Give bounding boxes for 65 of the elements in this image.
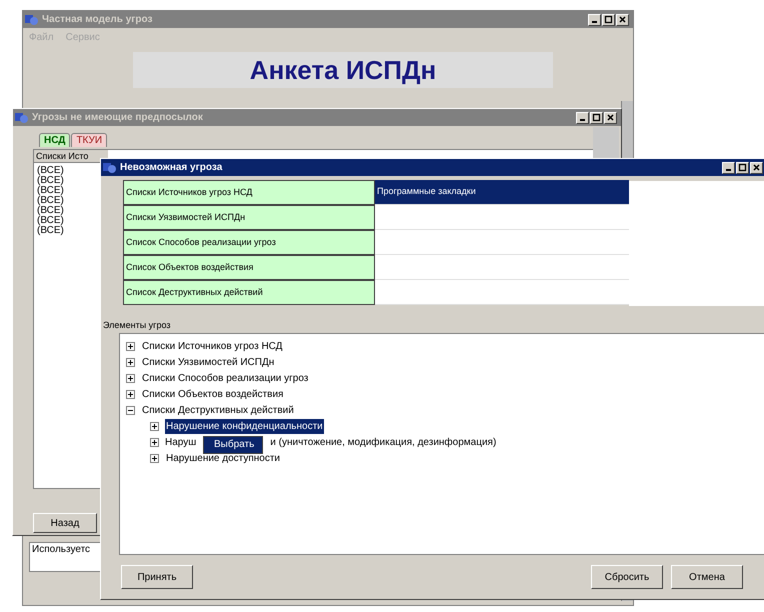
dialog-button[interactable]: Отмена — [671, 565, 743, 589]
list-item[interactable]: (ВСЕ) — [37, 196, 64, 206]
app-icon — [25, 14, 39, 26]
window-title: Угрозы не имеющие предпосылок — [32, 111, 203, 125]
expand-icon[interactable] — [126, 342, 135, 350]
tree-item[interactable]: Наруш — [165, 434, 196, 450]
minimize-button[interactable] — [588, 14, 601, 26]
tree-item[interactable]: Списки Источников угроз НСД — [141, 338, 284, 354]
table-cell[interactable] — [375, 280, 629, 305]
close-icon — [606, 113, 615, 122]
expand-icon[interactable] — [126, 390, 135, 398]
table-cell: Списки Источников угроз НСД — [123, 180, 375, 205]
tree-item[interactable]: Списки Уязвимостей ИСПДн — [141, 354, 276, 370]
section-label: Элементы угроз — [103, 319, 170, 332]
tree-item[interactable]: Нарушение доступности — [165, 450, 282, 466]
tree-item[interactable]: Нарушение конфиденциальности — [165, 418, 324, 434]
tab[interactable]: ТКУИ — [71, 133, 108, 147]
menu-item[interactable]: Выбрать — [204, 438, 262, 452]
minimize-button[interactable] — [576, 112, 589, 124]
maximize-icon — [604, 15, 613, 24]
expand-icon[interactable] — [126, 358, 135, 366]
tab[interactable]: НСД — [39, 133, 70, 147]
tree-item[interactable]: Списки Способов реализации угроз — [141, 370, 310, 386]
dialog-button[interactable]: Сбросить — [591, 565, 663, 589]
collapse-icon[interactable] — [126, 406, 135, 414]
table-cell: Список Способов реализации угроз — [123, 230, 375, 255]
close-button[interactable] — [604, 112, 617, 124]
table-cell: Список Объектов воздействия — [123, 255, 375, 280]
close-icon — [752, 163, 761, 172]
list-item[interactable]: (ВСЕ) — [37, 166, 64, 176]
table-cell: Список Деструктивных действий — [123, 280, 375, 305]
window-title: Невозможная угроза — [120, 161, 222, 175]
list-item[interactable]: (ВСЕ) — [37, 176, 64, 186]
app-icon — [103, 162, 117, 174]
close-button[interactable] — [750, 162, 763, 174]
table-cell[interactable] — [375, 230, 629, 255]
list-item[interactable]: (ВСЕ) — [37, 226, 64, 236]
table-cell[interactable] — [375, 205, 629, 230]
maximize-icon — [738, 163, 747, 172]
maximize-button[interactable] — [590, 112, 603, 124]
list-item[interactable]: (ВСЕ) — [37, 186, 64, 196]
expand-icon[interactable] — [126, 374, 135, 382]
dialog-button[interactable]: Принять — [121, 565, 193, 589]
app-icon — [15, 112, 29, 124]
list-item[interactable]: (ВСЕ) — [37, 216, 64, 226]
column-header: Списки Исто — [34, 150, 108, 163]
minimize-button[interactable] — [722, 162, 735, 174]
table-cell[interactable]: Программные закладки — [375, 180, 629, 205]
expand-icon[interactable] — [150, 454, 159, 462]
maximize-icon — [592, 113, 601, 122]
heading: Анкета ИСПДн — [250, 54, 436, 86]
maximize-button[interactable] — [736, 162, 749, 174]
tree-item[interactable]: Списки Объектов воздействия — [141, 386, 284, 402]
tree-item[interactable]: и (уничтожение, модификация, дезинформация) — [270, 434, 496, 450]
back-button[interactable]: Назад — [33, 513, 97, 533]
expand-icon[interactable] — [150, 422, 159, 430]
close-button[interactable] — [616, 14, 629, 26]
table-cell: Списки Уязвимостей ИСПДн — [123, 205, 375, 230]
list-item[interactable]: (ВСЕ) — [37, 206, 64, 216]
maximize-button[interactable] — [602, 14, 615, 26]
expand-icon[interactable] — [150, 438, 159, 446]
window-title: Частная модель угроз — [42, 13, 152, 27]
table-cell[interactable] — [375, 255, 629, 280]
close-icon — [618, 15, 627, 24]
tree-item[interactable]: Списки Деструктивных действий — [141, 402, 295, 418]
